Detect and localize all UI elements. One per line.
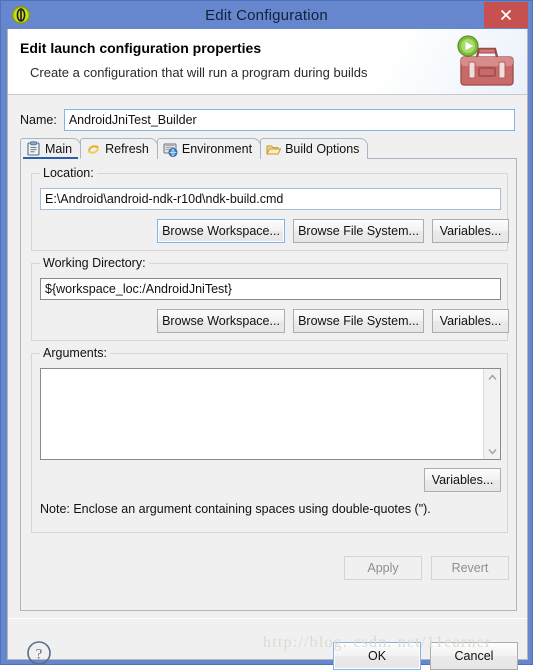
button-label: Variables...: [431, 473, 494, 487]
arguments-group-title: Arguments:: [40, 346, 110, 360]
location-variables-button[interactable]: Variables...: [432, 219, 509, 243]
button-label: Cancel: [454, 649, 494, 663]
help-icon[interactable]: ?: [26, 640, 52, 666]
tab-main[interactable]: Main: [20, 138, 82, 159]
tab-label: Environment: [181, 142, 253, 156]
title-bar: Edit Configuration: [1, 1, 532, 29]
name-input[interactable]: [63, 109, 515, 131]
refresh-arrows-icon: [86, 142, 101, 157]
eclipse-launch-icon: [11, 5, 31, 25]
close-button[interactable]: [484, 2, 528, 28]
button-label: Browse File System...: [298, 314, 419, 328]
edit-configuration-window: Edit Configuration Edit launch configura…: [0, 0, 533, 670]
dialog-body: Edit launch configuration properties Cre…: [7, 29, 528, 670]
button-label: OK: [367, 649, 387, 663]
arguments-scrollbar[interactable]: [483, 369, 500, 459]
scroll-down-icon[interactable]: [484, 443, 500, 459]
working-directory-input[interactable]: [40, 278, 501, 300]
clipboard-icon: [26, 141, 41, 156]
tab-environment[interactable]: Environment: [156, 138, 262, 159]
location-browse-workspace-button[interactable]: Browse Workspace...: [157, 219, 285, 243]
location-input[interactable]: [40, 188, 501, 210]
toolbox-run-icon: [455, 35, 517, 91]
svg-text:?: ?: [36, 647, 43, 663]
arguments-box: [40, 368, 501, 460]
apply-button[interactable]: Apply: [344, 556, 422, 580]
revert-button[interactable]: Revert: [431, 556, 509, 580]
close-icon: [500, 9, 512, 21]
folder-open-icon: [266, 142, 282, 157]
working-directory-group-title: Working Directory:: [40, 256, 149, 270]
header-banner: Edit launch configuration properties Cre…: [8, 29, 527, 95]
window-title: Edit Configuration: [205, 6, 328, 24]
button-label: Variables...: [439, 224, 502, 238]
scroll-up-icon[interactable]: [484, 369, 500, 385]
button-label: Revert: [451, 561, 489, 575]
location-group-title: Location:: [40, 166, 97, 180]
button-label: Browse Workspace...: [162, 224, 280, 238]
button-label: Variables...: [439, 314, 502, 328]
ok-button[interactable]: OK: [333, 642, 421, 670]
name-row: Name:: [8, 107, 527, 133]
banner-subtitle: Create a configuration that will run a p…: [30, 65, 368, 80]
tab-refresh[interactable]: Refresh: [80, 138, 158, 159]
cancel-button[interactable]: Cancel: [430, 642, 518, 670]
working-directory-variables-button[interactable]: Variables...: [432, 309, 509, 333]
button-label: Browse Workspace...: [162, 314, 280, 328]
location-group: Location: Browse Workspace... Browse Fil…: [31, 166, 509, 251]
name-label: Name:: [20, 113, 57, 127]
footer-divider: [8, 618, 527, 619]
tab-label: Build Options: [285, 142, 360, 156]
arguments-group: Arguments: Variables... Note: Enclose an…: [31, 346, 508, 533]
arguments-textarea[interactable]: [41, 369, 483, 459]
tab-build-options[interactable]: Build Options: [260, 138, 369, 159]
arguments-variables-button[interactable]: Variables...: [424, 468, 501, 492]
working-directory-group: Working Directory: Browse Workspace... B…: [31, 256, 509, 341]
tab-active-underline: [23, 157, 79, 159]
working-directory-browse-workspace-button[interactable]: Browse Workspace...: [157, 309, 285, 333]
location-browse-file-system-button[interactable]: Browse File System...: [293, 219, 424, 243]
arguments-note: Note: Enclose an argument containing spa…: [40, 502, 431, 516]
button-label: Browse File System...: [298, 224, 419, 238]
tab-label: Refresh: [105, 142, 149, 156]
banner-title: Edit launch configuration properties: [20, 40, 262, 56]
tab-bar: Main Refresh Environment Build Options: [20, 137, 517, 159]
main-tab-panel: Location: Browse Workspace... Browse Fil…: [20, 158, 517, 611]
working-directory-browse-file-system-button[interactable]: Browse File System...: [293, 309, 424, 333]
button-label: Apply: [367, 561, 399, 575]
tab-label: Main: [45, 141, 73, 156]
environment-icon: [163, 142, 178, 157]
